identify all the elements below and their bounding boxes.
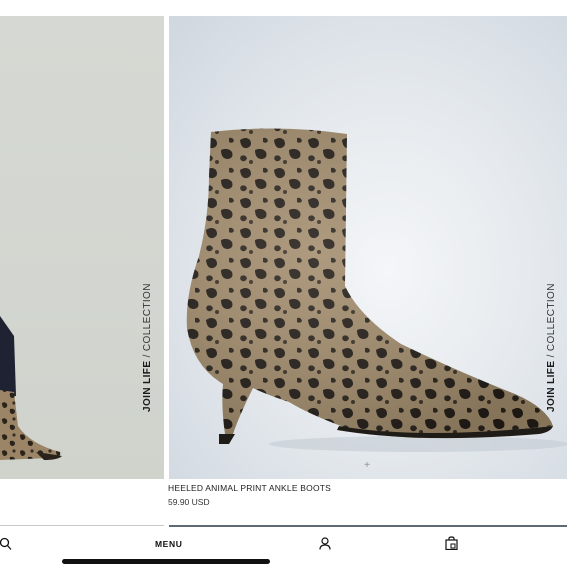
collection-tag-right: JOIN LIFE / COLLECTION (546, 283, 557, 412)
right-edge (567, 16, 580, 528)
search-icon[interactable] (0, 537, 12, 551)
scroll-progress-track (0, 525, 164, 526)
collection-tag-left: JOIN LIFE / COLLECTION (142, 283, 153, 412)
scroll-progress-indicator (169, 525, 567, 527)
shopping-bag-icon[interactable] (445, 536, 458, 550)
collection-tag-strong: JOIN LIFE (142, 360, 153, 412)
product-image-main[interactable] (169, 16, 567, 479)
collection-tag-light: / COLLECTION (546, 283, 557, 361)
leopard-boot-left-image (0, 316, 62, 460)
menu-button[interactable]: MENU (155, 539, 182, 549)
collection-tag-light: / COLLECTION (142, 283, 153, 361)
product-info[interactable]: HEELED ANIMAL PRINT ANKLE BOOTS 59.90 US… (168, 483, 331, 507)
bottom-nav: MENU (0, 528, 580, 580)
leopard-boot-main-image (186, 128, 567, 452)
top-strip (0, 0, 580, 16)
home-indicator[interactable] (62, 559, 270, 564)
product-price: 59.90 USD (168, 497, 210, 507)
image-indicator-dot[interactable]: + (362, 461, 372, 471)
collection-tag-strong: JOIN LIFE (546, 360, 557, 412)
user-icon[interactable] (319, 537, 331, 550)
product-name[interactable]: HEELED ANIMAL PRINT ANKLE BOOTS (168, 483, 331, 493)
product-image-left[interactable] (0, 16, 164, 479)
panel-divider (164, 16, 169, 528)
